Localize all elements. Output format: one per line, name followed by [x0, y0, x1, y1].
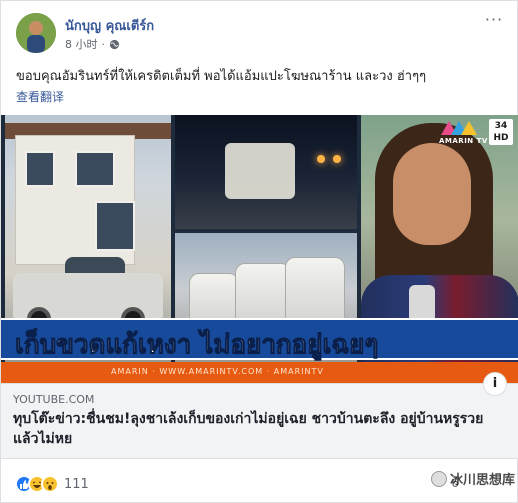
facebook-post: นักบุญ คุณเตีร์ก 8 小时 · ··· ขอบคุณอัมริน…: [0, 0, 518, 503]
see-translation-link[interactable]: 查看翻译: [16, 88, 64, 105]
wow-reaction-icon: [41, 475, 59, 493]
link-preview-image[interactable]: AMARIN TV 34 HD เก็บขวดแก้เหงา ไม่อยากอย…: [1, 115, 518, 383]
post-meta: 8 小时 ·: [65, 36, 120, 52]
video-headline: เก็บขวดแก้เหงา ไม่อยากอยู่เฉยๆ: [14, 330, 379, 361]
channel-logo: AMARIN TV 34 HD: [439, 119, 513, 149]
house-window: [95, 201, 135, 251]
link-title[interactable]: ทุบโต๊ะข่าว:ชื่นชม!ลุงชาเล้งเก็บของเก่าไ…: [13, 409, 493, 449]
face: [393, 143, 471, 245]
post-footer: 111 6 冰川思想库: [1, 461, 518, 503]
meta-dot: ·: [101, 37, 106, 51]
ticker-text: AMARIN · WWW.AMARINTV.COM · AMARINTV: [111, 367, 324, 376]
cart: [225, 143, 295, 199]
channel-name: AMARIN TV: [439, 137, 488, 145]
author-avatar[interactable]: [16, 13, 56, 53]
author-name[interactable]: นักบุญ คุณเตีร์ก: [65, 15, 154, 36]
watermark-icon: [430, 470, 447, 487]
post-time[interactable]: 8 小时: [65, 36, 98, 52]
headlight: [333, 155, 341, 163]
ticker-bar: AMARIN · WWW.AMARINTV.COM · AMARINTV: [1, 362, 518, 383]
info-icon[interactable]: i: [483, 372, 507, 396]
house-window: [25, 151, 55, 187]
reaction-count: 111: [64, 476, 89, 492]
headline-band: เก็บขวดแก้เหงา ไม่อยากอยู่เฉยๆ: [1, 318, 518, 361]
amarin-logo-icon: [441, 121, 477, 135]
more-options-icon[interactable]: ···: [483, 12, 505, 35]
hd-badge: 34 HD: [489, 119, 513, 145]
watermark-text: 冰川思想库: [449, 473, 515, 488]
post-caption: ขอบคุณอัมรินทร์ที่ให้เครดิตเต็มที่ พอได้…: [16, 69, 427, 84]
globe-icon: [109, 39, 120, 49]
reactions-summary[interactable]: 111: [15, 475, 89, 493]
night-road-scene: [175, 115, 357, 229]
house-window: [75, 151, 115, 187]
headlight: [317, 155, 325, 163]
link-domain: YOUTUBE.COM: [13, 393, 95, 406]
link-preview-box[interactable]: i YOUTUBE.COM ทุบโต๊ะข่าว:ชื่นชม!ลุงชาเล…: [1, 372, 518, 459]
watermark: 冰川思想库: [430, 469, 515, 488]
